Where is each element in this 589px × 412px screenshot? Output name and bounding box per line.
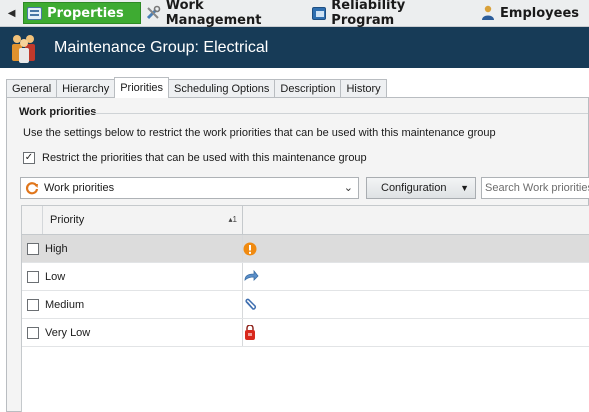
section-divider [93,113,588,114]
employee-icon [481,5,495,21]
view-selector-value: Work priorities [44,182,115,194]
table-row[interactable]: High [22,235,589,263]
restrict-priorities-option[interactable]: ✓ Restrict the priorities that can be us… [23,152,367,164]
page-title: Maintenance Group: Electrical [54,38,269,56]
row-checkbox[interactable] [26,326,39,339]
reliability-icon [311,6,327,20]
nav-tab-work-management[interactable]: Work Management [141,0,308,28]
table-row[interactable]: Low [22,263,589,291]
nav-tab-properties[interactable]: Properties [23,2,141,24]
nav-tab-label: Reliability Program [331,0,406,28]
nav-tab-reliability-program[interactable]: Reliability Program [308,0,477,28]
nav-tab-label: Employees [500,5,579,21]
section-title: Work priorities [19,106,97,118]
table-row[interactable]: Medium [22,291,589,319]
exclamation-icon [243,242,257,256]
view-selector-dropdown[interactable]: Work priorities ⌄ [20,177,359,199]
priority-name: Low [43,263,243,290]
view-refresh-icon [25,181,39,195]
priority-name: High [43,235,243,262]
tab-priorities[interactable]: Priorities [114,77,170,98]
tab-description[interactable]: Description [274,79,342,98]
configuration-button[interactable]: Configuration ▼ [366,177,476,199]
tab-hierarchy[interactable]: Hierarchy [56,79,116,98]
tab-general[interactable]: General [6,79,58,98]
page-header: Maintenance Group: Electrical [0,27,589,68]
tab-history[interactable]: History [340,79,387,98]
nav-tab-employees[interactable]: Employees [477,0,589,26]
column-header-label: Priority [50,214,85,226]
restrict-priorities-label: Restrict the priorities that can be used… [42,152,367,164]
tab-strip: General Hierarchy Priorities Scheduling … [6,77,387,98]
column-header-priority[interactable]: Priority ▴1 [43,206,243,234]
sort-ascending-icon: ▴1 [228,215,237,224]
collapse-arrow-icon[interactable]: ◀ [0,0,23,26]
tools-icon [145,5,161,21]
table-row[interactable]: Very Low [22,319,589,347]
search-input[interactable]: Search Work priorities [481,177,589,199]
nav-tab-label: Properties [47,5,124,21]
select-all-column [22,206,43,234]
section-description: Use the settings below to restrict the w… [23,127,496,139]
nav-tab-label: Work Management [165,0,262,28]
configuration-label: Configuration [381,182,447,194]
bag-icon [243,323,257,341]
maintenance-group-icon [10,33,38,63]
dropdown-triangle-icon: ▼ [460,183,469,193]
tab-scheduling-options[interactable]: Scheduling Options [168,79,276,98]
arrow-icon [243,269,259,284]
row-checkbox[interactable] [26,242,39,255]
restrict-priorities-checkbox[interactable]: ✓ [23,152,35,164]
paperclip-icon [243,298,257,312]
priorities-grid: Priority ▴1 High Low Medium Very Low [21,205,589,412]
properties-icon [27,6,43,20]
priorities-panel: Work priorities Use the settings below t… [6,97,589,412]
row-checkbox[interactable] [26,270,39,283]
chevron-down-icon[interactable]: ⌄ [344,181,353,194]
priority-name: Very Low [43,319,243,346]
grid-header-row: Priority ▴1 [22,206,589,235]
priority-name: Medium [43,291,243,318]
row-checkbox[interactable] [26,298,39,311]
top-nav-bar: ◀ Properties Work Management Reliability… [0,0,589,28]
